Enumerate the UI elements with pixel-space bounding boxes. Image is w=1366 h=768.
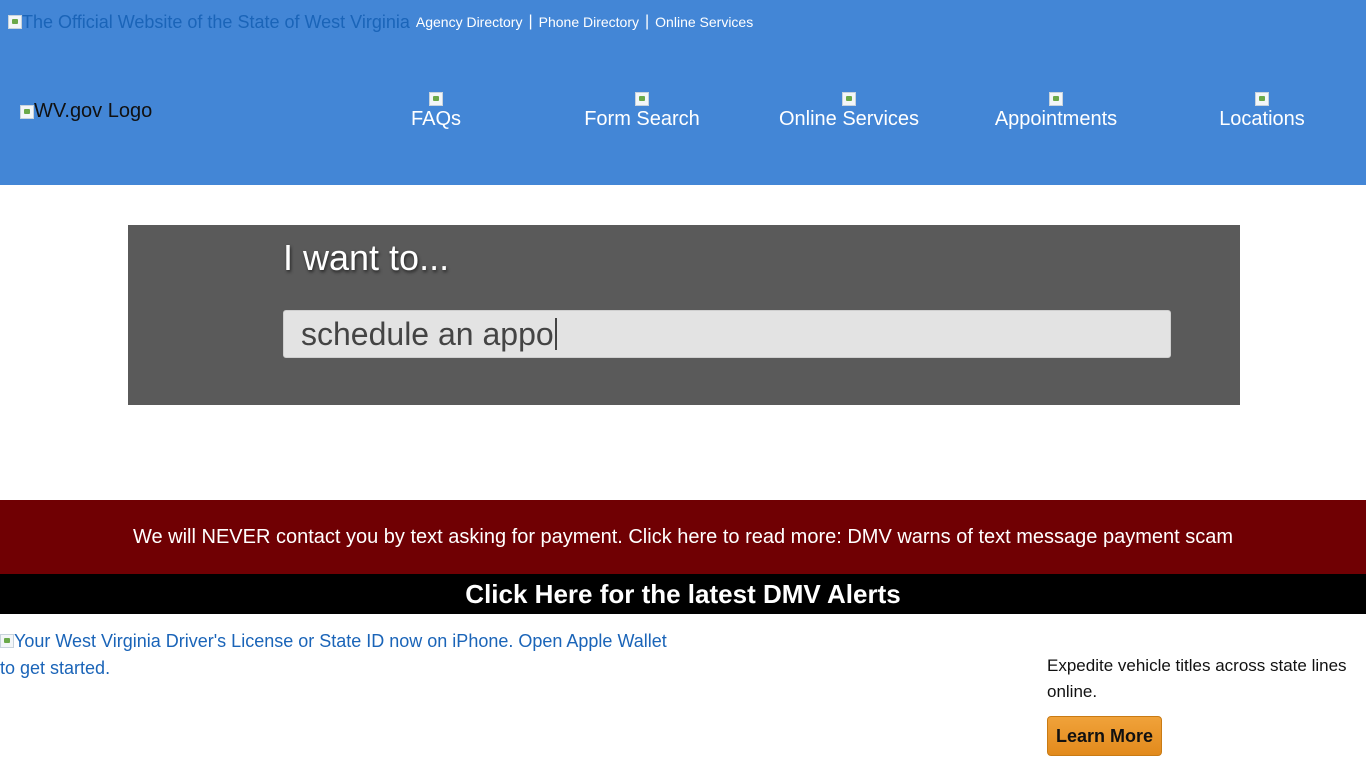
broken-image-icon	[8, 15, 22, 29]
site-header: The Official Website of the State of Wes…	[0, 0, 1366, 185]
nav-item-online-services[interactable]: Online Services	[749, 92, 949, 131]
text-caret	[554, 318, 557, 350]
search-heading: I want to...	[283, 237, 450, 278]
nav-item-faqs[interactable]: FAQs	[336, 92, 536, 131]
expedite-titles-text: Expedite vehicle titles across state lin…	[1047, 656, 1347, 701]
latest-alerts-banner[interactable]: Click Here for the latest DMV Alerts	[0, 574, 1366, 614]
nav-item-form-search[interactable]: Form Search	[542, 92, 742, 131]
learn-more-button[interactable]: Learn More	[1047, 716, 1162, 756]
apple-wallet-promo-link[interactable]: Your West Virginia Driver's License or S…	[0, 628, 670, 682]
state-website-alt-text: The Official Website of the State of Wes…	[22, 11, 410, 32]
broken-image-icon	[1049, 92, 1063, 106]
broken-image-icon	[842, 92, 856, 106]
nav-item-appointments[interactable]: Appointments	[956, 92, 1156, 131]
main-nav: FAQs Form Search Online Services Appoint…	[0, 92, 1366, 152]
nav-item-label: Locations	[1219, 108, 1305, 130]
scam-alert-text: We will NEVER contact you by text asking…	[132, 525, 1234, 548]
state-website-link[interactable]: The Official Website of the State of Wes…	[8, 12, 410, 33]
nav-item-label: FAQs	[410, 108, 461, 130]
nav-item-label: Online Services	[778, 108, 920, 130]
search-input[interactable]: schedule an appo	[283, 310, 1171, 358]
online-services-top-link[interactable]: Online Services	[649, 14, 759, 30]
agency-directory-link[interactable]: Agency Directory	[410, 14, 529, 30]
phone-directory-link[interactable]: Phone Directory	[533, 14, 645, 30]
broken-image-icon	[429, 92, 443, 106]
search-panel: I want to... schedule an appo	[128, 225, 1240, 405]
nav-item-label: Appointments	[994, 108, 1118, 130]
nav-item-label: Form Search	[584, 108, 700, 130]
broken-image-icon	[0, 634, 14, 648]
search-input-value: schedule an appo	[301, 315, 554, 352]
broken-image-icon	[635, 92, 649, 106]
scam-alert-banner[interactable]: We will NEVER contact you by text asking…	[0, 500, 1366, 574]
top-utility-bar: The Official Website of the State of Wes…	[8, 10, 759, 34]
broken-image-icon	[1255, 92, 1269, 106]
nav-item-locations[interactable]: Locations	[1162, 92, 1362, 131]
apple-wallet-alt-text: Your West Virginia Driver's License or S…	[0, 631, 667, 678]
latest-alerts-text: Click Here for the latest DMV Alerts	[465, 578, 901, 609]
